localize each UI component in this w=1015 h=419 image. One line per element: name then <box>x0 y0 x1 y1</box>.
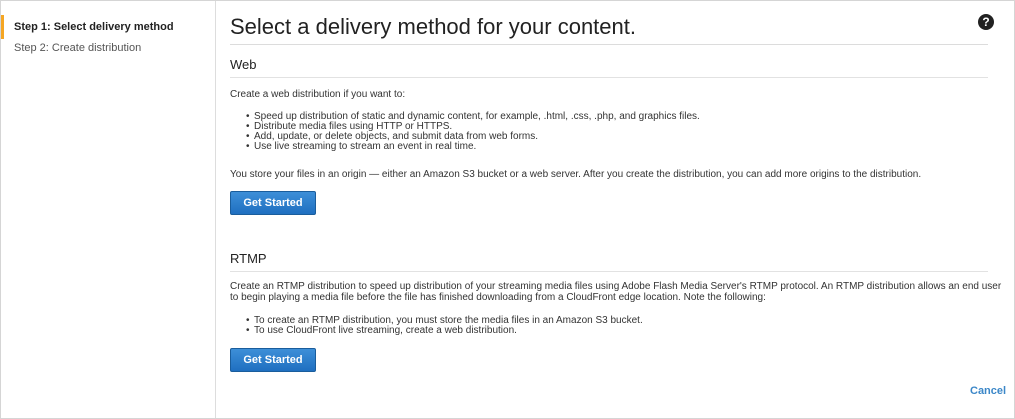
rtmp-section-heading: RTMP <box>230 251 267 266</box>
rtmp-get-started-button[interactable]: Get Started <box>230 348 316 372</box>
web-section-heading: Web <box>230 57 257 72</box>
main-content: Select a delivery method for your conten… <box>230 1 1006 418</box>
list-item: Use live streaming to stream an event in… <box>246 142 700 153</box>
title-divider <box>230 44 988 45</box>
list-item: To use CloudFront live streaming, create… <box>246 326 643 337</box>
wizard-frame: Step 1: Select delivery method Step 2: C… <box>0 0 1015 419</box>
wizard-sidebar: Step 1: Select delivery method Step 2: C… <box>1 1 216 418</box>
page-title: Select a delivery method for your conten… <box>230 14 636 39</box>
rtmp-bullet-list: To create an RTMP distribution, you must… <box>230 316 643 337</box>
cancel-link[interactable]: Cancel <box>970 385 1006 397</box>
question-circle-icon[interactable]: ? <box>978 14 994 30</box>
rtmp-intro-text: Create an RTMP distribution to speed up … <box>230 281 1002 303</box>
sidebar-step-2[interactable]: Step 2: Create distribution <box>1 41 215 55</box>
web-section-divider <box>230 77 988 78</box>
rtmp-section-divider <box>230 271 988 272</box>
web-intro-text: Create a web distribution if you want to… <box>230 89 406 100</box>
sidebar-step-1[interactable]: Step 1: Select delivery method <box>1 15 215 39</box>
web-bullet-list: Speed up distribution of static and dyna… <box>230 112 700 153</box>
web-get-started-button[interactable]: Get Started <box>230 191 316 215</box>
web-origin-note: You store your files in an origin — eith… <box>230 169 922 180</box>
